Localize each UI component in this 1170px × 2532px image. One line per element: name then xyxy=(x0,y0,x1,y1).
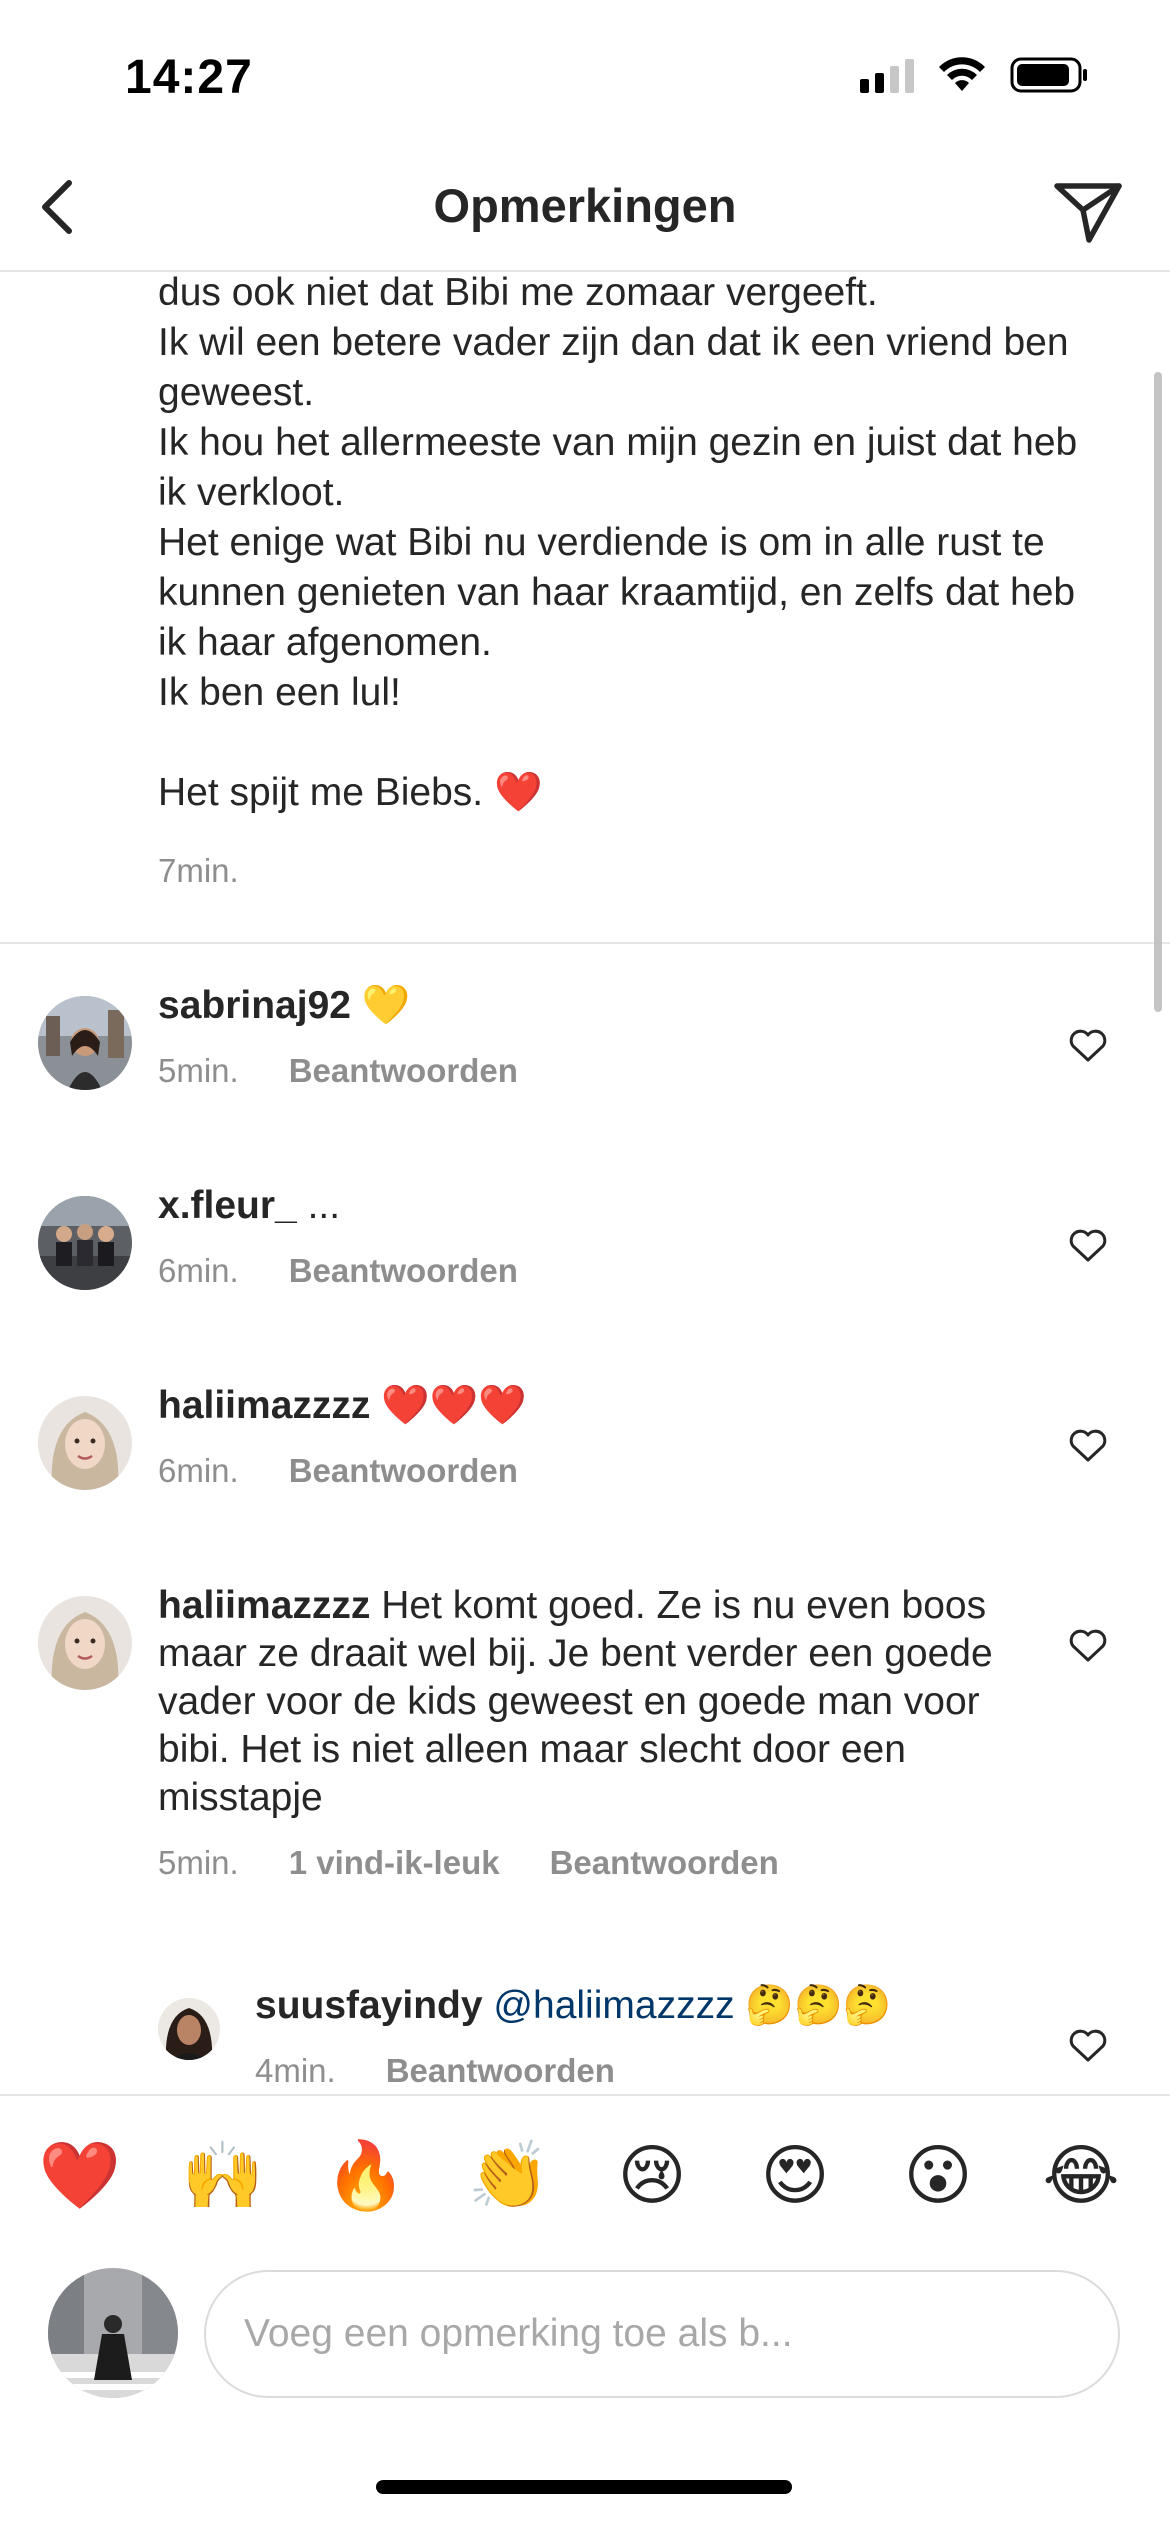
wifi-icon xyxy=(939,57,985,91)
emoji-button[interactable]: 👏 xyxy=(464,2138,554,2214)
comment-meta: 5min. Beantwoorden xyxy=(158,1052,518,1090)
comment-body: haliimazzzz ❤️❤️❤️ xyxy=(158,1382,527,1430)
comment-timestamp: 6min. xyxy=(158,1252,239,1289)
comment-composer xyxy=(0,2254,1170,2532)
comment-input[interactable] xyxy=(204,2270,1120,2398)
likes-count[interactable]: 1 vind-ik-leuk xyxy=(289,1844,500,1882)
scrollbar[interactable] xyxy=(1154,372,1162,1012)
mention-link[interactable]: @haliimazzzz xyxy=(493,1984,734,2027)
cellular-signal-icon xyxy=(860,57,914,93)
battery-icon xyxy=(1010,57,1087,93)
caption-line: dus ook niet dat Bibi me zomaar vergeeft… xyxy=(158,272,878,314)
share-button[interactable] xyxy=(1046,170,1130,254)
comment-body: x.fleur_ ... xyxy=(158,1182,340,1230)
caption-line: Ik hou het allermeeste van mijn gezin en… xyxy=(158,421,1078,514)
reply-button[interactable]: Beantwoorden xyxy=(289,1052,518,1090)
page-title: Opmerkingen xyxy=(433,179,737,232)
comment-username[interactable]: haliimazzzz xyxy=(158,1584,370,1627)
caption-timestamp: 7min. xyxy=(158,852,239,889)
heart-outline-icon xyxy=(1069,1429,1107,1462)
comment-body: haliimazzzz Het komt goed. Ze is nu even… xyxy=(158,1582,998,1822)
comment-username[interactable]: sabrinaj92 xyxy=(158,984,351,1027)
status-bar: 14:27 xyxy=(0,0,1170,150)
emoji-button[interactable]: 🙌 xyxy=(178,2138,268,2214)
like-button[interactable] xyxy=(1066,1424,1110,1468)
comment-body: sabrinaj92 💛 xyxy=(158,982,410,1030)
avatar[interactable] xyxy=(38,1596,132,1690)
avatar[interactable] xyxy=(158,1998,220,2060)
comment-timestamp: 5min. xyxy=(158,1844,239,1881)
my-avatar xyxy=(48,2268,178,2398)
caption-closing: Het spijt me Biebs. xyxy=(158,771,484,814)
header: Opmerkingen xyxy=(0,150,1170,272)
emoji-quick-bar: ❤️ 🙌 🔥 👏 😢 😍 😮 😂 xyxy=(0,2094,1170,2254)
heart-outline-icon xyxy=(1069,1629,1107,1662)
comment-meta: 6min. Beantwoorden xyxy=(158,1452,518,1490)
like-button[interactable] xyxy=(1066,1224,1110,1268)
heart-outline-icon xyxy=(1069,2029,1107,2062)
emoji-button[interactable]: 😮 xyxy=(893,2138,983,2214)
avatar[interactable] xyxy=(38,1396,132,1490)
like-button[interactable] xyxy=(1066,1024,1110,1068)
comment-timestamp: 4min. xyxy=(255,2052,336,2089)
emoji-button[interactable]: 😢 xyxy=(607,2138,697,2214)
reply-button[interactable]: Beantwoorden xyxy=(289,1452,518,1490)
avatar[interactable] xyxy=(38,996,132,1090)
caption-line: Het enige wat Bibi nu verdiende is om in… xyxy=(158,521,1076,664)
heart-outline-icon xyxy=(1069,1229,1107,1262)
divider xyxy=(0,942,1170,944)
reply-button[interactable]: Beantwoorden xyxy=(550,1844,779,1882)
comment-username[interactable]: x.fleur_ xyxy=(158,1184,297,1227)
comment-text: ... xyxy=(307,1184,341,1227)
caption-line: Ik wil een betere vader zijn dan dat ik … xyxy=(158,321,1069,414)
like-button[interactable] xyxy=(1066,2024,1110,2068)
comment-meta: 6min. Beantwoorden xyxy=(158,1252,518,1290)
comment-text: ❤️❤️❤️ xyxy=(381,1384,527,1427)
heart-outline-icon xyxy=(1069,1029,1107,1062)
comment-text: 🤔🤔🤔 xyxy=(745,1984,892,2027)
red-heart-emoji: ❤️ xyxy=(493,771,543,814)
comment-username[interactable]: haliimazzzz xyxy=(158,1384,370,1427)
comment-body: suusfayindy @haliimazzzz 🤔🤔🤔 xyxy=(255,1982,891,2030)
reply-button[interactable]: Beantwoorden xyxy=(386,2052,615,2090)
reply-button[interactable]: Beantwoorden xyxy=(289,1252,518,1290)
emoji-button[interactable]: 🔥 xyxy=(321,2138,411,2214)
emoji-button[interactable]: 😍 xyxy=(750,2138,840,2214)
send-icon xyxy=(1054,183,1122,243)
comment-meta: 5min. 1 vind-ik-leuk Beantwoorden xyxy=(158,1844,779,1882)
comment-meta: 4min. Beantwoorden xyxy=(255,2052,615,2090)
home-indicator[interactable] xyxy=(376,2480,792,2494)
status-icons xyxy=(860,56,1090,94)
comment-text: 💛 xyxy=(361,984,411,1027)
comment-timestamp: 6min. xyxy=(158,1452,239,1489)
avatar[interactable] xyxy=(38,1196,132,1290)
emoji-button[interactable]: ❤️ xyxy=(35,2138,125,2214)
comment-username[interactable]: suusfayindy xyxy=(255,1984,483,2027)
comment-timestamp: 5min. xyxy=(158,1052,239,1089)
caption-line: Ik ben een lul! xyxy=(158,671,401,714)
post-caption: dus ook niet dat Bibi me zomaar vergeeft… xyxy=(158,272,1108,818)
caption-closing-line: Het spijt me Biebs. ❤️ xyxy=(158,768,1108,818)
comments-list[interactable]: dus ook niet dat Bibi me zomaar vergeeft… xyxy=(0,272,1170,2094)
like-button[interactable] xyxy=(1066,1624,1110,1668)
emoji-button[interactable]: 😂 xyxy=(1036,2138,1126,2214)
status-time: 14:27 xyxy=(125,51,253,104)
